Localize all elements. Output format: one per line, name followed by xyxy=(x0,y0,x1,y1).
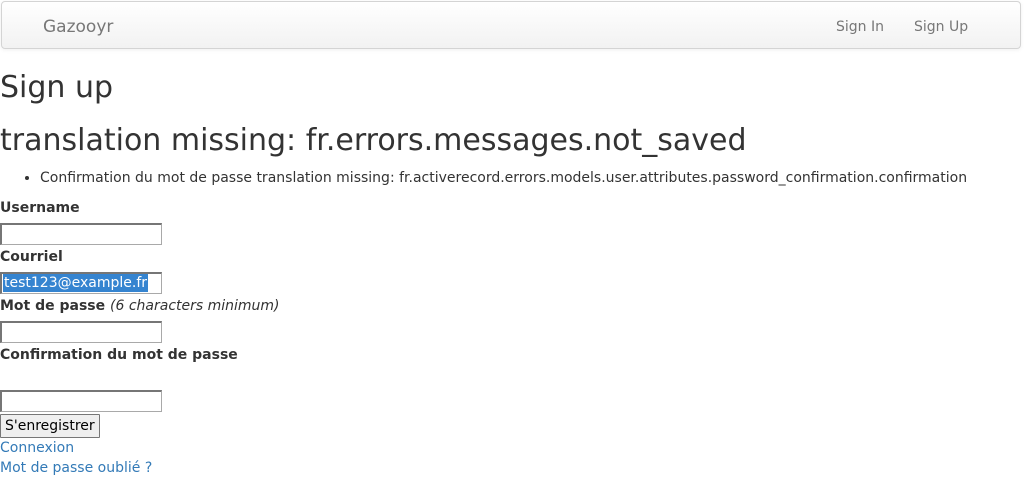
error-message: Confirmation du mot de passe translation… xyxy=(40,168,967,188)
nav-sign-in-link[interactable]: Sign In xyxy=(836,19,884,35)
email-label: Courriel xyxy=(0,249,63,265)
submit-button[interactable]: S'enregistrer xyxy=(0,414,100,438)
password-label-text: Mot de passe xyxy=(0,298,106,314)
nav-sign-up-link[interactable]: Sign Up xyxy=(914,19,968,35)
password-confirmation-label: Confirmation du mot de passe xyxy=(0,347,238,363)
error-heading: translation missing: fr.errors.messages.… xyxy=(0,123,747,158)
login-link[interactable]: Connexion xyxy=(0,439,74,457)
username-input[interactable] xyxy=(0,223,162,245)
brand-link[interactable]: Gazooyr xyxy=(43,17,113,37)
email-input-value: test123@example.fr xyxy=(3,274,149,292)
top-navbar: Gazooyr Sign In Sign Up xyxy=(1,1,1021,49)
page-title: Sign up xyxy=(0,70,114,105)
password-input[interactable] xyxy=(0,321,162,343)
forgot-password-link[interactable]: Mot de passe oublié ? xyxy=(0,459,152,477)
error-list: Confirmation du mot de passe translation… xyxy=(0,168,967,188)
password-confirmation-input[interactable] xyxy=(0,390,162,412)
email-input[interactable]: test123@example.fr xyxy=(0,272,162,294)
username-label: Username xyxy=(0,200,80,216)
password-label: Mot de passe (6 characters minimum) xyxy=(0,297,280,315)
password-hint: (6 characters minimum) xyxy=(110,298,280,314)
